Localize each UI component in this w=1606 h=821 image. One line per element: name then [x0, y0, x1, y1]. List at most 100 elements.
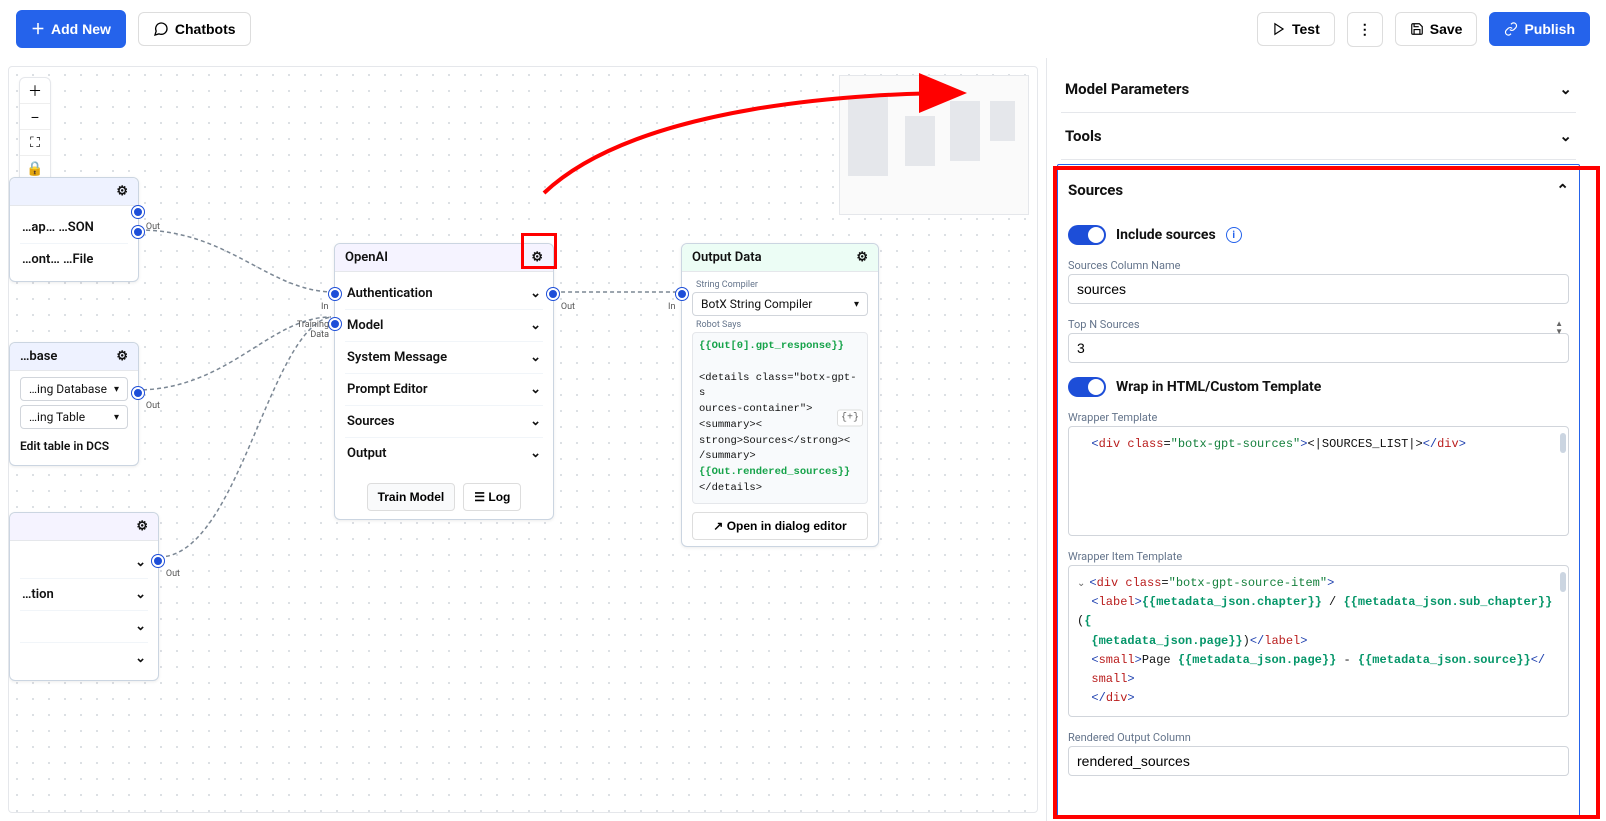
chevron-down-icon: ⌄ [530, 286, 541, 301]
robot-says-code[interactable]: {{Out[0].gpt_response}} <details class="… [692, 332, 868, 504]
port-label: Training Data [279, 320, 329, 340]
node-title: OpenAI [345, 250, 388, 265]
port-label: Out [561, 302, 575, 312]
add-new-button[interactable]: ＋ Add New [16, 10, 126, 48]
minimap[interactable] [839, 75, 1029, 215]
train-model-button[interactable]: Train Model [367, 483, 456, 511]
node-row: …ap… …SON [20, 212, 128, 243]
flow-canvas[interactable]: ＋ − ⛶ 🔒 ↶ ⑂ ⧉ ⚙ [8, 66, 1038, 813]
plus-icon: ＋ [28, 83, 42, 99]
wrap-template-toggle[interactable] [1068, 377, 1106, 397]
node-database[interactable]: …base ⚙ …ing Database▾ …ing Table▾ Edit … [9, 342, 139, 466]
port-out-2[interactable] [132, 226, 144, 238]
port-out[interactable] [547, 288, 559, 300]
chevron-down-icon: ⌄ [1559, 127, 1572, 145]
node-openai[interactable]: OpenAI ⚙ Authentication⌄ Model⌄ System M… [334, 243, 554, 520]
node-row-authentication[interactable]: Authentication⌄ [345, 278, 543, 309]
side-panel: Model Parameters ⌄ Tools ⌄ Sources ⌃ Inc… [1046, 58, 1606, 821]
gear-icon[interactable]: ⚙ [856, 250, 868, 265]
wrapper-template-editor[interactable]: <div class="botx-gpt-sources"><|SOURCES_… [1068, 426, 1569, 536]
node-title [20, 519, 23, 534]
open-dialog-editor-button[interactable]: ↗ Open in dialog editor [692, 512, 868, 540]
node-row[interactable]: ⌄ [20, 642, 148, 674]
caret-down-icon: ▾ [114, 384, 119, 395]
plus-icon: ＋ [31, 19, 45, 39]
node-title: Output Data [692, 250, 762, 265]
test-button[interactable]: Test [1257, 12, 1335, 46]
accordion-title: Tools [1065, 127, 1102, 145]
node-row-system-message[interactable]: System Message⌄ [345, 341, 543, 373]
include-sources-toggle[interactable] [1068, 225, 1106, 245]
save-label: Save [1430, 21, 1463, 37]
add-new-label: Add New [51, 21, 111, 37]
port-in[interactable] [676, 288, 688, 300]
node-row-prompt-editor[interactable]: Prompt Editor⌄ [345, 373, 543, 405]
chevron-down-icon: ⌄ [530, 350, 541, 365]
wrapper-item-template-editor[interactable]: ⌄<div class="botx-gpt-source-item"> <lab… [1068, 565, 1569, 717]
chevron-down-icon: ⌄ [530, 382, 541, 397]
accordion-tools[interactable]: Tools ⌄ [1061, 113, 1576, 159]
caret-down-icon: ▾ [114, 412, 119, 423]
gear-icon[interactable]: ⚙ [136, 519, 148, 534]
node-title [20, 184, 23, 199]
port-out[interactable] [132, 206, 144, 218]
chevron-down-icon: ⌄ [530, 318, 541, 333]
port-out[interactable] [132, 387, 144, 399]
node-row-output[interactable]: Output⌄ [345, 437, 543, 469]
field-label: Top N Sources [1068, 318, 1569, 331]
gear-icon[interactable]: ⚙ [116, 184, 128, 199]
publish-button[interactable]: Publish [1489, 12, 1590, 46]
chevron-down-icon: ⌄ [530, 414, 541, 429]
spinner-down-icon[interactable]: ▼ [1555, 328, 1563, 336]
fold-icon[interactable]: ⌄ [1077, 579, 1085, 590]
field-label: Robot Says [696, 320, 868, 330]
field-label: String Compiler [696, 280, 868, 290]
string-compiler-select[interactable]: BotX String Compiler▾ [692, 292, 868, 316]
save-button[interactable]: Save [1395, 12, 1478, 46]
node-input[interactable]: ⚙ …ap… …SON …ont… …File Out [9, 177, 139, 282]
fit-button[interactable]: ⛶ [20, 130, 50, 156]
node-title: …base [20, 349, 57, 364]
zoom-out-button[interactable]: − [20, 104, 50, 130]
chevron-down-icon: ⌄ [1559, 80, 1572, 98]
table-select[interactable]: …ing Table▾ [20, 405, 128, 429]
node-row: …ont… …File [20, 243, 128, 275]
port-label: Out [166, 569, 180, 579]
expand-icon: ⛶ [30, 134, 40, 150]
test-label: Test [1292, 21, 1320, 37]
chatbots-label: Chatbots [175, 21, 236, 37]
gear-icon[interactable]: ⚙ [116, 349, 128, 364]
number-spinner[interactable]: ▲▼ [1555, 320, 1563, 336]
top-n-sources-input[interactable] [1068, 333, 1569, 363]
chat-icon [153, 21, 169, 37]
node-row[interactable]: ⌄ [20, 547, 148, 578]
more-vertical-icon: ⋮ [1358, 21, 1372, 38]
node-output-data[interactable]: Output Data ⚙ String Compiler BotX Strin… [681, 243, 879, 547]
chevron-down-icon: ⌄ [135, 587, 146, 602]
zoom-in-button[interactable]: ＋ [20, 78, 50, 104]
publish-label: Publish [1524, 21, 1575, 37]
publish-icon [1504, 22, 1518, 36]
port-label: Out [146, 401, 160, 411]
edit-table-link[interactable]: Edit table in DCS [20, 433, 128, 459]
accordion-model-parameters[interactable]: Model Parameters ⌄ [1061, 66, 1576, 112]
node-row-sources[interactable]: Sources⌄ [345, 405, 543, 437]
node-row[interactable]: …tion⌄ [20, 578, 148, 610]
node-row[interactable]: ⌄ [20, 610, 148, 642]
chevron-down-icon: ⌄ [135, 619, 146, 634]
chatbots-button[interactable]: Chatbots [138, 12, 251, 46]
port-in[interactable] [329, 288, 341, 300]
log-icon: ☰ [474, 490, 485, 504]
node-collapsed[interactable]: ⚙ ⌄ …tion⌄ ⌄ ⌄ Out [9, 512, 159, 681]
scrollbar-thumb[interactable] [1560, 433, 1566, 453]
lock-icon: 🔒 [26, 160, 43, 176]
chevron-down-icon: ⌄ [135, 555, 146, 570]
node-row-model[interactable]: Model⌄ [345, 309, 543, 341]
more-button[interactable]: ⋮ [1347, 12, 1383, 47]
log-button[interactable]: ☰ Log [463, 483, 521, 511]
scrollbar-thumb[interactable] [1560, 572, 1566, 592]
port-out[interactable] [152, 555, 164, 567]
port-training-data[interactable] [329, 318, 341, 330]
database-select[interactable]: …ing Database▾ [20, 377, 128, 401]
expand-code-icon[interactable]: {+} [837, 409, 863, 426]
